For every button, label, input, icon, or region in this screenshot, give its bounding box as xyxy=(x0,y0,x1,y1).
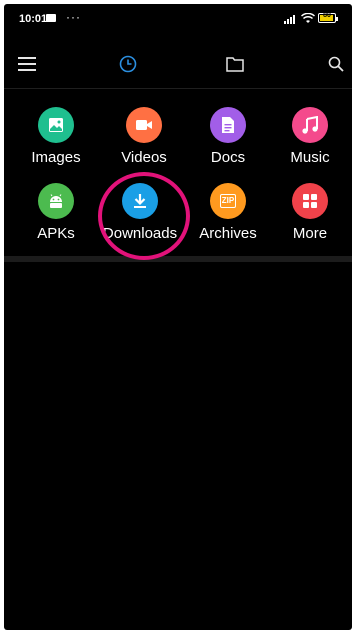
folder-icon xyxy=(226,57,244,72)
tab-recent[interactable] xyxy=(114,50,142,78)
category-videos[interactable]: Videos xyxy=(102,99,186,169)
image-icon xyxy=(38,107,74,143)
highlight-circle-annotation xyxy=(98,172,190,260)
status-time: 10:01 xyxy=(19,13,48,25)
search-button[interactable] xyxy=(322,50,350,78)
search-icon xyxy=(328,56,344,72)
signal-icon xyxy=(284,15,295,24)
category-archives[interactable]: ZIP Archives xyxy=(186,175,270,245)
category-label: Images xyxy=(31,149,81,166)
category-apks[interactable]: APKs xyxy=(14,175,98,245)
grid-icon xyxy=(292,183,328,219)
more-notifications-icon: ··· xyxy=(66,10,81,24)
menu-button[interactable] xyxy=(13,50,41,78)
document-icon xyxy=(210,107,246,143)
zip-badge: ZIP xyxy=(219,194,237,208)
category-label: Archives xyxy=(199,225,257,242)
status-bar: 10:01 ··· 80 xyxy=(4,4,352,34)
category-label: APKs xyxy=(37,225,75,242)
category-label: Docs xyxy=(210,149,246,166)
notification-icon xyxy=(46,14,56,22)
top-toolbar xyxy=(4,40,352,89)
category-label: More xyxy=(292,225,328,242)
clock-icon xyxy=(119,55,137,73)
zip-icon: ZIP xyxy=(210,183,246,219)
category-music[interactable]: Music xyxy=(268,99,352,169)
battery-icon: 80 xyxy=(318,12,338,23)
section-divider xyxy=(4,256,352,262)
video-icon xyxy=(126,107,162,143)
category-label: Music xyxy=(290,149,330,166)
category-images[interactable]: Images xyxy=(14,99,98,169)
android-icon xyxy=(38,183,74,219)
battery-level: 80 xyxy=(323,12,331,19)
tab-folders[interactable] xyxy=(221,50,249,78)
hamburger-menu-icon xyxy=(18,57,36,71)
phone-screen: 10:01 ··· 80 Images Videos Docs Music AP… xyxy=(4,4,352,630)
category-docs[interactable]: Docs xyxy=(186,99,270,169)
category-label: Videos xyxy=(121,149,167,166)
wifi-icon xyxy=(301,13,315,23)
category-more[interactable]: More xyxy=(268,175,352,245)
music-icon xyxy=(292,107,328,143)
